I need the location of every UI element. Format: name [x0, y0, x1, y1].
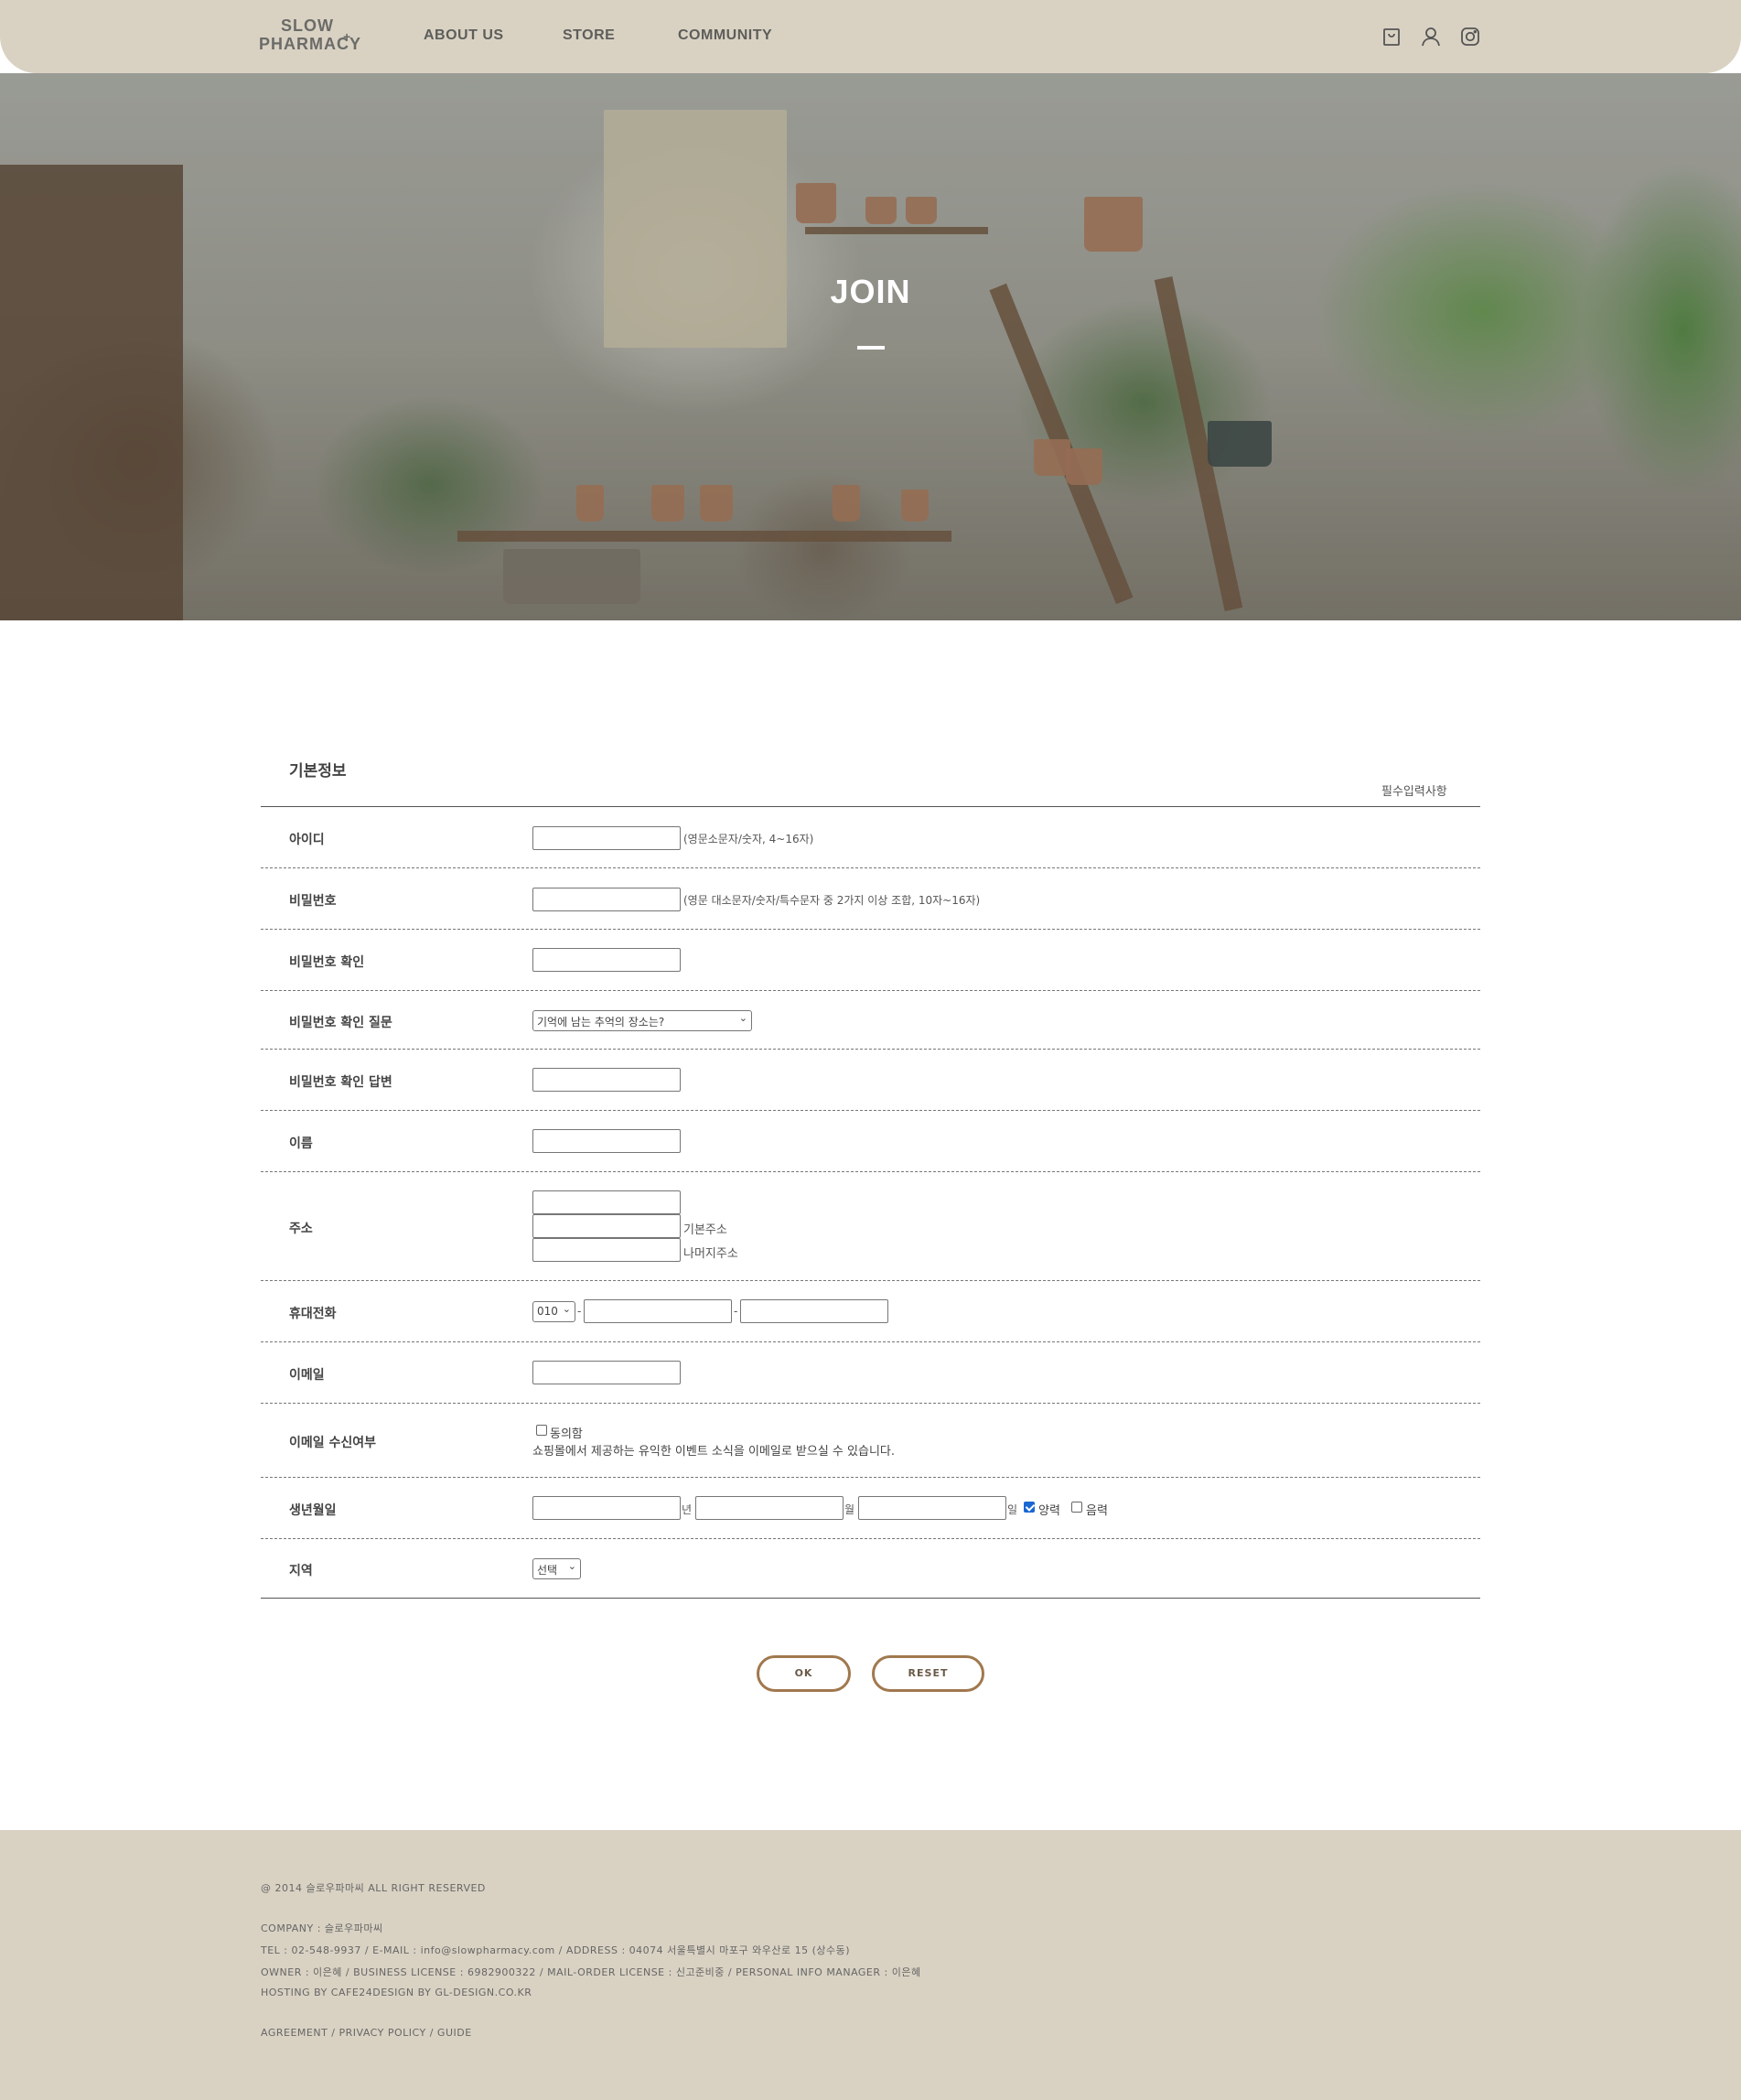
answer-label: 비밀번호 확인 답변 — [289, 1075, 392, 1090]
id-label: 아이디 — [289, 833, 325, 847]
password-confirm-input[interactable] — [532, 948, 681, 972]
question-selected: 기억에 남는 추억의 장소는? — [537, 1016, 665, 1028]
birth-month-input[interactable] — [695, 1496, 844, 1520]
birth-year-input[interactable] — [532, 1496, 681, 1520]
answer-input[interactable] — [532, 1068, 681, 1092]
chevron-down-icon: ⌄ — [738, 1012, 747, 1024]
birth-day-input[interactable] — [858, 1496, 1006, 1520]
site-header: SLOW PHARMACY + ABOUT US STORE COMMUNITY — [0, 0, 1741, 73]
nav-about-us[interactable]: ABOUT US — [424, 27, 504, 44]
form-row-name: 이름 — [261, 1111, 1480, 1172]
footer-links[interactable]: AGREEMENT / PRIVACY POLICY / GUIDE — [261, 2027, 472, 2039]
id-input[interactable] — [532, 826, 681, 850]
user-icon[interactable] — [1420, 26, 1442, 48]
form-row-address: 주소 기본주소 나머지주소 — [261, 1172, 1480, 1281]
reset-button[interactable]: RESET — [872, 1655, 984, 1692]
address-basic-input[interactable] — [532, 1214, 681, 1238]
address-basic-hint: 기본주소 — [683, 1223, 727, 1237]
nav-store[interactable]: STORE — [563, 27, 615, 44]
site-logo[interactable]: SLOW PHARMACY + — [259, 16, 360, 59]
email-consent-agree: 동의함 — [550, 1427, 583, 1441]
required-note: 필수입력사항 — [1381, 785, 1447, 799]
instagram-icon[interactable] — [1459, 26, 1481, 48]
form-row-region: 지역 선택 ⌄ — [261, 1539, 1480, 1598]
email-consent-label: 이메일 수신여부 — [289, 1436, 377, 1450]
title-underline — [857, 346, 885, 350]
form-row-answer: 비밀번호 확인 답변 — [261, 1050, 1480, 1111]
phone-separator: - — [734, 1305, 738, 1318]
form-row-birthday: 생년월일 년 월 일 양력 음력 — [261, 1478, 1480, 1539]
password-hint: (영문 대소문자/숫자/특수문자 중 2가지 이상 조합, 10자~16자) — [683, 894, 981, 907]
address-label: 주소 — [289, 1222, 313, 1236]
name-input[interactable] — [532, 1129, 681, 1153]
chevron-down-icon: ⌄ — [567, 1560, 576, 1572]
email-label: 이메일 — [289, 1368, 325, 1383]
region-select[interactable]: 선택 ⌄ — [532, 1558, 581, 1579]
page-title: JOIN — [830, 273, 911, 310]
logo-mark: + — [343, 29, 352, 44]
solar-checkbox[interactable] — [1024, 1502, 1035, 1513]
footer-company: COMPANY : 슬로우파마씨 — [261, 1922, 383, 1934]
id-hint: (영문소문자/숫자, 4~16자) — [683, 833, 814, 845]
region-label: 지역 — [289, 1564, 313, 1578]
address-detail-hint: 나머지주소 — [683, 1247, 738, 1261]
footer-contact: TEL : 02-548-9937 / E-MAIL : info@slowph… — [261, 1944, 851, 1956]
form-row-password-confirm: 비밀번호 확인 — [261, 930, 1480, 991]
lunar-checkbox[interactable] — [1071, 1502, 1082, 1513]
region-selected: 선택 — [537, 1564, 558, 1577]
section-title: 기본정보 — [289, 762, 347, 781]
form-row-question: 비밀번호 확인 질문 기억에 남는 추억의 장소는? ⌄ — [261, 991, 1480, 1050]
chevron-down-icon: ⌄ — [562, 1303, 571, 1315]
footer-hosting[interactable]: HOSTING BY CAFE24DESIGN BY GL-DESIGN.CO.… — [261, 1987, 532, 1998]
phone-prefix-selected: 010 — [537, 1305, 558, 1318]
form-row-phone: 휴대전화 010 ⌄ - - — [261, 1281, 1480, 1342]
phone-label: 휴대전화 — [289, 1307, 337, 1321]
phone-last-input[interactable] — [740, 1299, 888, 1323]
email-consent-desc: 쇼핑몰에서 제공하는 유익한 이벤트 소식을 이메일로 받으실 수 있습니다. — [532, 1445, 895, 1459]
form-bottom-divider — [261, 1598, 1480, 1599]
password-label: 비밀번호 — [289, 894, 337, 909]
phone-separator: - — [577, 1305, 582, 1318]
site-footer: @ 2014 슬로우파마씨 ALL RIGHT RESERVED COMPANY… — [0, 1830, 1741, 2100]
year-unit: 년 — [682, 1503, 693, 1516]
name-label: 이름 — [289, 1136, 313, 1151]
footer-license: OWNER : 이은혜 / BUSINESS LICENSE : 6982900… — [261, 1966, 921, 1978]
form-row-id: 아이디 (영문소문자/숫자, 4~16자) — [261, 807, 1480, 868]
phone-middle-input[interactable] — [584, 1299, 732, 1323]
form-row-password: 비밀번호 (영문 대소문자/숫자/특수문자 중 2가지 이상 조합, 10자~1… — [261, 868, 1480, 930]
bag-icon[interactable] — [1381, 26, 1402, 48]
phone-prefix-select[interactable]: 010 ⌄ — [532, 1301, 575, 1322]
address-detail-input[interactable] — [532, 1238, 681, 1262]
question-select[interactable]: 기억에 남는 추억의 장소는? ⌄ — [532, 1010, 752, 1031]
ok-button[interactable]: OK — [757, 1655, 851, 1692]
footer-copyright: @ 2014 슬로우파마씨 ALL RIGHT RESERVED — [261, 1882, 486, 1894]
solar-label: 양력 — [1038, 1504, 1060, 1518]
birthday-label: 생년월일 — [289, 1503, 337, 1518]
form-row-email: 이메일 — [261, 1342, 1480, 1404]
day-unit: 일 — [1007, 1503, 1018, 1516]
nav-community[interactable]: COMMUNITY — [678, 27, 772, 44]
password-confirm-label: 비밀번호 확인 — [289, 955, 365, 970]
lunar-label: 음력 — [1086, 1504, 1108, 1518]
email-input[interactable] — [532, 1361, 681, 1384]
form-row-email-consent: 이메일 수신여부 동의함 쇼핑몰에서 제공하는 유익한 이벤트 소식을 이메일로… — [261, 1404, 1480, 1478]
logo-line-1: SLOW — [281, 16, 334, 35]
email-consent-checkbox[interactable] — [536, 1425, 547, 1436]
month-unit: 월 — [844, 1503, 855, 1516]
question-label: 비밀번호 확인 질문 — [289, 1016, 392, 1030]
password-input[interactable] — [532, 888, 681, 911]
zipcode-input[interactable] — [532, 1190, 681, 1214]
